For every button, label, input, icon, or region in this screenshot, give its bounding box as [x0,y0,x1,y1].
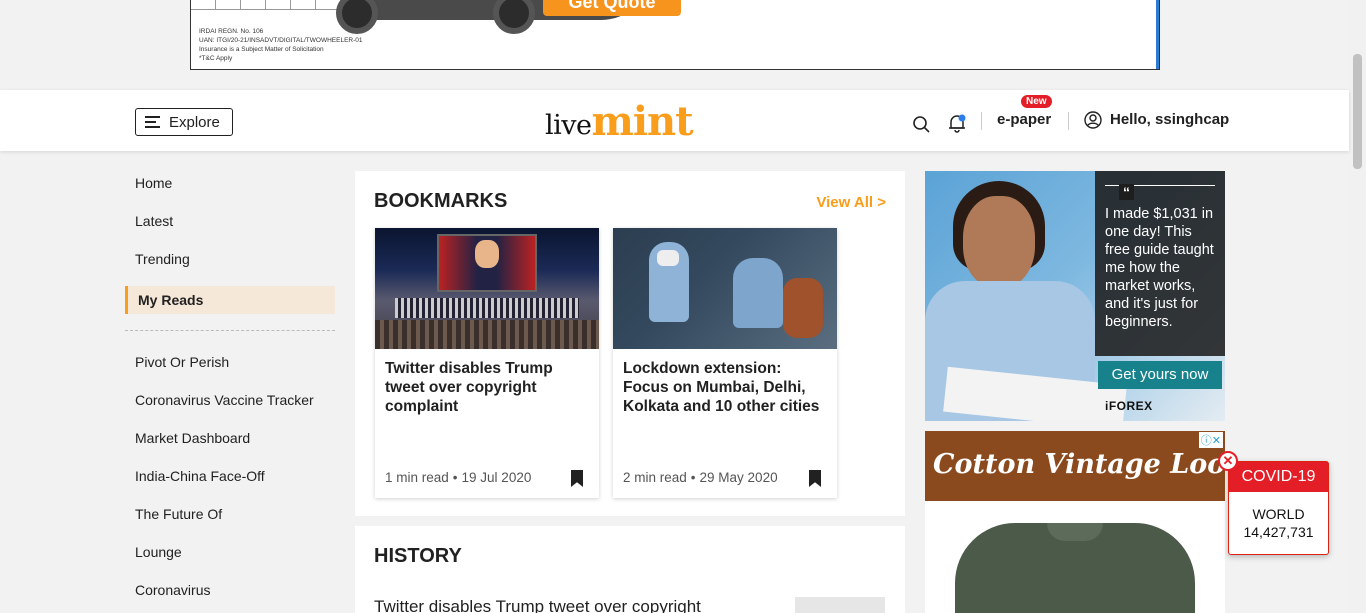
nav-item-lounge[interactable]: Lounge [125,539,335,577]
hamburger-icon [145,116,160,128]
read-time: 2 min read [623,470,687,485]
ad-photo-face [963,196,1035,288]
ad-legal-line: UAN: ITGI/20-21/INSADVT/DIGITAL/TWOWHEEL… [199,37,363,44]
page-scrollbar[interactable] [1349,0,1366,613]
article-date: 19 Jul 2020 [461,470,532,485]
history-item-title[interactable]: Twitter disables Trump tweet over copyri… [374,597,701,613]
livemint-logo[interactable]: live mint [545,98,694,145]
get-yours-now-button[interactable]: Get yours now [1098,361,1222,389]
nav-item-latest[interactable]: Latest [125,208,335,246]
view-all-link[interactable]: View All > [816,194,886,211]
article-title[interactable]: Twitter disables Trump tweet over copyri… [385,359,590,416]
article-date: 29 May 2020 [699,470,778,485]
article-title[interactable]: Lockdown extension: Focus on Mumbai, Del… [623,359,828,416]
ad-legal-line: IRDAI REGN. No. 106 [199,28,264,35]
nav-item-market-dashboard[interactable]: Market Dashboard [125,425,335,463]
article-thumbnail [375,228,599,349]
bookmark-icon[interactable] [571,470,583,487]
nav-item-india-china[interactable]: India-China Face-Off [125,463,335,501]
get-quote-button[interactable]: Get Quote [543,0,681,16]
notification-bell-icon[interactable] [947,113,967,133]
ad-legal-line: Insurance is a Subject Matter of Solicit… [199,46,324,53]
site-header: Explore live mint e-paper New Hello, ssi… [0,90,1349,151]
ad-border-accent [1156,0,1159,69]
header-divider [981,112,982,130]
scrollbar-thumb[interactable] [1353,54,1362,169]
ad-legal-text: IRDAI REGN. No. 106 UAN: ITGI/20-21/INSA… [199,27,363,63]
nav-item-coronavirus[interactable]: Coronavirus [125,577,335,613]
explore-label: Explore [169,113,220,131]
quote-mark-icon: “ [1105,184,1215,200]
top-advertisement[interactable]: Get Quote IRDAI REGN. No. 106 UAN: ITGI/… [190,0,1160,70]
close-icon[interactable]: ✕ [1218,451,1238,471]
nav-divider [125,330,335,331]
history-title: HISTORY [374,545,462,567]
scooter-wheel-icon [493,0,535,34]
read-time: 1 min read [385,470,449,485]
ad-quote-text: I made $1,031 in one day! This free guid… [1105,206,1214,330]
nav-item-pivot-or-perish[interactable]: Pivot Or Perish [125,349,335,387]
article-thumbnail [613,228,837,349]
user-account-icon[interactable] [1084,111,1102,129]
logo-mint: mint [591,98,694,145]
epaper-link[interactable]: e-paper [997,111,1051,128]
history-item-thumbnail[interactable] [795,597,885,613]
left-sidebar-nav: Home Latest Trending My Reads Pivot Or P… [125,170,335,613]
article-meta: 2 min read • 29 May 2020 [623,470,778,485]
bookmark-card[interactable]: Twitter disables Trump tweet over copyri… [375,228,599,498]
nav-item-trending[interactable]: Trending [125,246,335,284]
nav-item-the-future-of[interactable]: The Future Of [125,501,335,539]
ad-quote-box: “ I made $1,031 in one day! This free gu… [1095,171,1225,356]
header-divider [1068,112,1069,130]
ad-banner: Cotton Vintage Looks [925,431,1225,501]
covid-region-label: WORLD [1252,506,1305,522]
logo-live: live [545,110,592,141]
covid-title: COVID-19 [1229,462,1328,492]
user-greeting[interactable]: Hello, ssinghcap [1110,111,1229,128]
article-meta: 1 min read • 19 Jul 2020 [385,470,532,485]
nav-item-my-reads[interactable]: My Reads [125,286,335,314]
iforex-logo: iFOREX [1105,399,1153,413]
cotton-vintage-advertisement[interactable]: Cotton Vintage Looks ⓘ✕ [925,431,1225,613]
adchoices-icon[interactable]: ⓘ✕ [1198,432,1223,448]
forex-advertisement[interactable]: “ I made $1,031 in one day! This free gu… [925,171,1225,421]
explore-button[interactable]: Explore [135,108,233,136]
history-section: HISTORY Twitter disables Trump tweet ove… [355,526,905,613]
covid-case-count: 14,427,731 [1243,524,1314,540]
search-icon[interactable] [912,115,930,133]
bookmark-icon[interactable] [809,470,821,487]
bookmarks-title: BOOKMARKS [374,190,508,212]
ad-banner-text: Cotton Vintage Looks [933,449,1225,480]
bookmarks-section: BOOKMARKS View All > Twitter disables Tr… [355,171,905,516]
nav-item-vaccine-tracker[interactable]: Coronavirus Vaccine Tracker [125,387,335,425]
ad-legal-line: *T&C Apply [199,55,233,62]
bookmark-card[interactable]: Lockdown extension: Focus on Mumbai, Del… [613,228,837,498]
covid-widget[interactable]: COVID-19 WORLD 14,427,731 [1228,461,1329,555]
nav-item-home[interactable]: Home [125,170,335,208]
new-badge: New [1021,95,1052,108]
quote-mark-glyph: “ [1119,184,1134,200]
